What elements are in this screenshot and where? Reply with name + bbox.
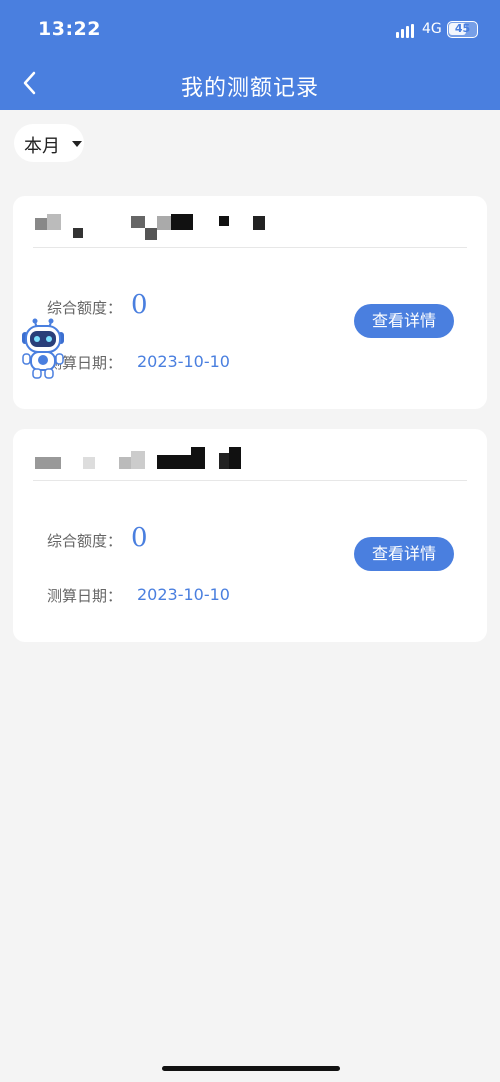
card-divider: [33, 247, 467, 248]
total-limit-value: 0: [131, 290, 148, 320]
total-limit-label: 综合额度：: [47, 532, 123, 550]
signal-icon: [396, 24, 416, 38]
record-card: 综合额度： 0 测算日期： 2023-10-10 查看详情: [13, 196, 487, 409]
record-company-name-redacted: [35, 212, 465, 242]
home-indicator: [162, 1066, 340, 1071]
robot-assistant-icon[interactable]: [17, 318, 69, 380]
total-limit-value: 0: [131, 523, 148, 553]
card-divider: [33, 480, 467, 481]
record-company-name-redacted: [35, 445, 465, 475]
caret-down-icon: [72, 141, 82, 147]
measure-date-value: 2023-10-10: [137, 352, 230, 371]
battery-level: 45: [454, 22, 471, 35]
app-header: 13:22 4G 45 我的测额记录: [0, 0, 500, 110]
month-filter-dropdown[interactable]: 本月: [14, 124, 84, 162]
record-card: 综合额度： 0 测算日期： 2023-10-10 查看详情: [13, 429, 487, 642]
measure-date-value: 2023-10-10: [137, 585, 230, 604]
total-limit-label: 综合额度：: [47, 299, 123, 317]
page-title: 我的测额记录: [180, 76, 319, 101]
battery-icon: 45: [447, 21, 478, 38]
network-label: 4G: [422, 21, 442, 37]
status-time: 13:22: [38, 18, 101, 40]
measure-date-label: 测算日期：: [47, 587, 123, 605]
view-details-button[interactable]: 查看详情: [354, 304, 454, 338]
view-details-button[interactable]: 查看详情: [354, 537, 454, 571]
status-bar: 13:22 4G 45: [0, 0, 500, 56]
month-filter-label: 本月: [24, 136, 60, 157]
